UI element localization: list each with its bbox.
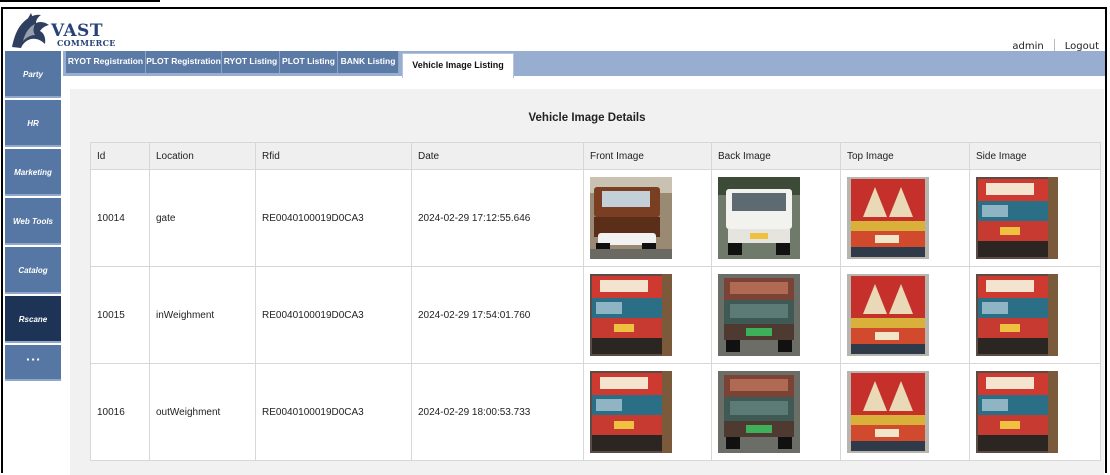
sidebar-item-web-tools[interactable]: Web Tools bbox=[5, 198, 61, 245]
cell-location: gate bbox=[149, 169, 256, 267]
page-title: Vehicle Image Details bbox=[528, 112, 646, 124]
app-frame: VAST COMMERCE admin Logout RYOT Registra… bbox=[1, 7, 1107, 475]
truck-front-image[interactable] bbox=[590, 371, 672, 453]
tab-plot-registration[interactable]: PLOT Registration bbox=[146, 51, 222, 73]
table-header-row: Id Location Rfid Date Front Image Back I… bbox=[90, 142, 1101, 170]
table-row[interactable]: 10015 inWeighment RE0040100019D0CA3 2024… bbox=[90, 266, 1101, 364]
truck-front-image[interactable] bbox=[590, 274, 672, 356]
cell-date: 2024-02-29 18:00:53.733 bbox=[411, 363, 584, 461]
tab-plot-listing[interactable]: PLOT Listing bbox=[280, 51, 338, 73]
vast-commerce-logo[interactable]: VAST COMMERCE bbox=[9, 11, 119, 51]
column-header-top-image[interactable]: Top Image bbox=[840, 142, 970, 170]
header: VAST COMMERCE admin Logout bbox=[3, 9, 1105, 53]
cell-id: 10016 bbox=[90, 363, 150, 461]
truck-side-image[interactable] bbox=[976, 274, 1058, 356]
horse-logo-icon bbox=[12, 13, 49, 49]
vehicle-image-table: Id Location Rfid Date Front Image Back I… bbox=[90, 142, 1101, 461]
truck-side-image[interactable] bbox=[976, 371, 1058, 453]
cell-location: inWeighment bbox=[149, 266, 256, 364]
cell-date: 2024-02-29 17:54:01.760 bbox=[411, 266, 584, 364]
tab-ryot-listing[interactable]: RYOT Listing bbox=[222, 51, 280, 73]
cell-side-image bbox=[969, 169, 1101, 267]
truck-top-image[interactable] bbox=[847, 177, 929, 259]
column-header-front-image[interactable]: Front Image bbox=[583, 142, 712, 170]
column-header-side-image[interactable]: Side Image bbox=[969, 142, 1101, 170]
column-header-rfid[interactable]: Rfid bbox=[255, 142, 412, 170]
cell-id: 10015 bbox=[90, 266, 150, 364]
sidebar-item-catalog[interactable]: Catalog bbox=[5, 247, 61, 294]
column-header-date[interactable]: Date bbox=[411, 142, 584, 170]
sidebar: Party HR Marketing Web Tools Catalog Rsc… bbox=[3, 51, 63, 475]
truck-top-image[interactable] bbox=[847, 371, 929, 453]
column-header-id[interactable]: Id bbox=[90, 142, 150, 170]
truck-top-image[interactable] bbox=[847, 274, 929, 356]
cell-side-image bbox=[969, 363, 1101, 461]
cell-front-image bbox=[583, 169, 712, 267]
sidebar-item-marketing[interactable]: Marketing bbox=[5, 149, 61, 196]
tab-ryot-registration[interactable]: RYOT Registration bbox=[66, 51, 146, 73]
truck-front-image[interactable] bbox=[590, 177, 672, 259]
cell-side-image bbox=[969, 266, 1101, 364]
truck-back-image[interactable] bbox=[718, 371, 800, 453]
sidebar-item-party[interactable]: Party bbox=[5, 51, 61, 98]
cell-location: outWeighment bbox=[149, 363, 256, 461]
truck-side-image[interactable] bbox=[976, 177, 1058, 259]
main-content: Vehicle Image Details Id Location Rfid D… bbox=[70, 89, 1104, 475]
column-header-back-image[interactable]: Back Image bbox=[711, 142, 841, 170]
cell-front-image bbox=[583, 266, 712, 364]
tab-vehicle-image-listing[interactable]: Vehicle Image Listing bbox=[402, 53, 514, 78]
sidebar-item-rscane[interactable]: Rscane bbox=[5, 296, 61, 343]
top-rule bbox=[0, 0, 160, 2]
cell-back-image bbox=[711, 266, 841, 364]
sidebar-more-button[interactable]: ▪ ▪ ▪ bbox=[5, 345, 61, 381]
truck-back-image[interactable] bbox=[718, 177, 800, 259]
cell-back-image bbox=[711, 169, 841, 267]
table-row[interactable]: 10016 outWeighment RE0040100019D0CA3 202… bbox=[90, 363, 1101, 461]
cell-top-image bbox=[840, 363, 970, 461]
column-header-location[interactable]: Location bbox=[149, 142, 256, 170]
truck-back-image[interactable] bbox=[718, 274, 800, 356]
cell-front-image bbox=[583, 363, 712, 461]
sidebar-item-hr[interactable]: HR bbox=[5, 100, 61, 147]
cell-back-image bbox=[711, 363, 841, 461]
logo-subtext: COMMERCE bbox=[57, 38, 116, 48]
tab-bar: RYOT Registration PLOT Registration RYOT… bbox=[63, 51, 1105, 78]
cell-date: 2024-02-29 17:12:55.646 bbox=[411, 169, 584, 267]
table-row[interactable]: 10014 gate RE0040100019D0CA3 2024-02-29 … bbox=[90, 169, 1101, 267]
tab-bank-listing[interactable]: BANK Listing bbox=[338, 51, 399, 73]
cell-top-image bbox=[840, 266, 970, 364]
cell-id: 10014 bbox=[90, 169, 150, 267]
cell-rfid: RE0040100019D0CA3 bbox=[255, 266, 412, 364]
cell-rfid: RE0040100019D0CA3 bbox=[255, 363, 412, 461]
cell-rfid: RE0040100019D0CA3 bbox=[255, 169, 412, 267]
username-link[interactable]: admin bbox=[1012, 41, 1043, 52]
cell-top-image bbox=[840, 169, 970, 267]
logout-link[interactable]: Logout bbox=[1065, 41, 1099, 52]
